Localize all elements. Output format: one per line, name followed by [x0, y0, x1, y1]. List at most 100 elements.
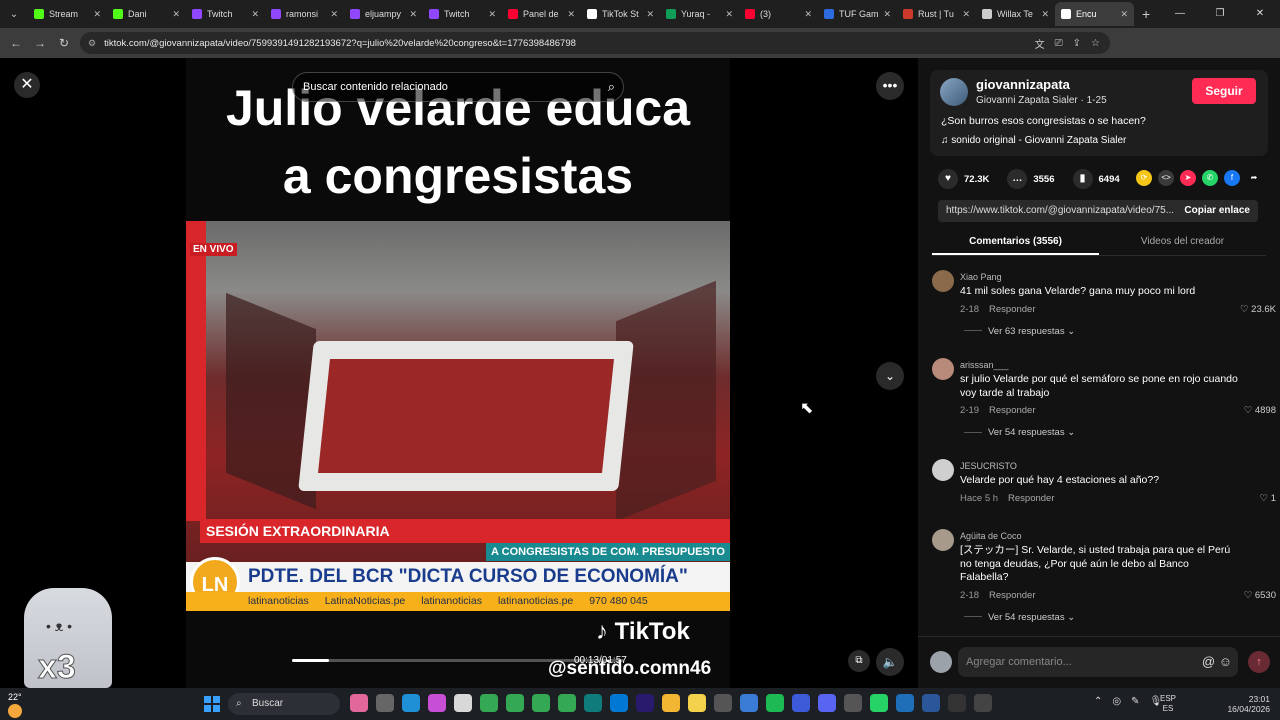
author-avatar[interactable]	[940, 78, 968, 106]
comment-input[interactable]: Agregar comentario... @ ☺	[958, 647, 1238, 677]
browser-tab[interactable]: Rust | Tu ✕	[897, 2, 976, 26]
commenter-name[interactable]: arisssan___	[960, 360, 1009, 370]
edge-icon[interactable]	[402, 694, 420, 712]
share-page-icon[interactable]: ⇪	[1073, 38, 1081, 49]
browser-tab[interactable]: ramonsi ✕	[265, 2, 344, 26]
browser-tab[interactable]: Willax Te ✕	[976, 2, 1055, 26]
chrome-icon[interactable]	[480, 694, 498, 712]
start-icon[interactable]	[204, 696, 220, 712]
browser-tab[interactable]: Stream ✕	[28, 2, 107, 26]
app-icon[interactable]	[792, 694, 810, 712]
premiere-icon[interactable]	[636, 694, 654, 712]
tab-close-icon[interactable]: ✕	[646, 9, 654, 20]
app-icon[interactable]	[714, 694, 732, 712]
comment-likes[interactable]: ♡ 4898	[1244, 405, 1276, 416]
browser-tab[interactable]: TUF Gam ✕	[818, 2, 897, 26]
share-arrow-icon[interactable]: ➦	[1246, 170, 1262, 186]
commenter-avatar[interactable]	[932, 270, 954, 292]
tab-close-icon[interactable]: ✕	[330, 9, 338, 20]
tray-chevron-icon[interactable]: ⌃	[1094, 696, 1102, 707]
tab-search-icon[interactable]: ⌄	[0, 0, 28, 28]
facebook-icon[interactable]: f	[1224, 170, 1240, 186]
follow-button[interactable]: Seguir	[1192, 78, 1256, 104]
app-icon[interactable]	[428, 694, 446, 712]
pip-icon[interactable]: ⧉	[848, 650, 870, 672]
translate-icon[interactable]: 文	[1035, 36, 1045, 51]
related-search-input[interactable]: Buscar contenido relacionado ⌕	[292, 72, 624, 102]
outlook-icon[interactable]	[610, 694, 628, 712]
author-username[interactable]: giovannizapata	[976, 77, 1070, 92]
browser-tab[interactable]: Twitch ✕	[186, 2, 265, 26]
tab-close-icon[interactable]: ✕	[93, 9, 101, 20]
browser-tab[interactable]: Panel de ✕	[502, 2, 581, 26]
heart-icon[interactable]: ♥	[938, 169, 958, 189]
app-icon[interactable]	[896, 694, 914, 712]
tab-close-icon[interactable]: ✕	[725, 9, 733, 20]
site-info-icon[interactable]: ⚙	[88, 38, 96, 49]
browser-tab[interactable]: Dani ✕	[107, 2, 186, 26]
tab-close-icon[interactable]: ✕	[488, 9, 496, 20]
browser-tab[interactable]: Encu ✕	[1055, 2, 1134, 26]
close-window-icon[interactable]: ✕	[1240, 0, 1280, 28]
whatsapp-icon[interactable]	[870, 694, 888, 712]
repost-icon[interactable]: ⟳	[1136, 170, 1152, 186]
view-replies-button[interactable]: Ver 63 respuestas ⌄	[964, 326, 1075, 337]
reply-button[interactable]: Responder	[989, 590, 1035, 601]
comment-icon[interactable]: …	[1007, 169, 1028, 189]
commenter-name[interactable]: JESUCRISTO	[960, 461, 1017, 471]
language-indicator[interactable]: ESP ES	[1160, 694, 1176, 714]
reply-button[interactable]: Responder	[1008, 493, 1054, 504]
tab-close-icon[interactable]: ✕	[1120, 9, 1128, 20]
maximize-icon[interactable]: ❐	[1200, 0, 1240, 28]
tray-app-icon[interactable]: ✎	[1131, 696, 1139, 707]
tab-close-icon[interactable]: ✕	[962, 9, 970, 20]
commenter-name[interactable]: Xiao Pang	[960, 272, 1002, 282]
taskbar-search[interactable]: ⌕ Buscar	[228, 693, 340, 715]
reload-icon[interactable]: ↻	[52, 36, 76, 50]
tray-app-icon[interactable]: ◎	[1112, 696, 1121, 707]
browser-tab[interactable]: Twitch ✕	[423, 2, 502, 26]
commenter-name[interactable]: Agüita de Coco	[960, 531, 1022, 541]
browser-tab[interactable]: Yuraq - ✕	[660, 2, 739, 26]
reply-button[interactable]: Responder	[989, 405, 1035, 416]
next-video-icon[interactable]: ⌄	[876, 362, 904, 390]
tab-close-icon[interactable]: ✕	[409, 9, 417, 20]
app-icon[interactable]	[740, 694, 758, 712]
new-tab-button[interactable]: +	[1142, 6, 1150, 22]
mention-emoji-icons[interactable]: @ ☺	[1202, 647, 1232, 677]
notes-icon[interactable]	[688, 694, 706, 712]
video-link-box[interactable]: https://www.tiktok.com/@giovannizapata/v…	[938, 200, 1258, 222]
spotify-icon[interactable]	[766, 694, 784, 712]
tab-close-icon[interactable]: ✕	[883, 9, 891, 20]
tab-close-icon[interactable]: ✕	[1041, 9, 1049, 20]
app-icon[interactable]	[948, 694, 966, 712]
video-player[interactable]: Julio velarde educa a congresistas EN VI…	[186, 58, 730, 688]
comment-likes[interactable]: ♡ 1	[1260, 493, 1276, 504]
app-icon[interactable]	[376, 694, 394, 712]
tab-comments[interactable]: Comentarios (3556)	[932, 230, 1099, 255]
app-icon[interactable]	[844, 694, 862, 712]
more-options-icon[interactable]: •••	[876, 72, 904, 100]
discord-icon[interactable]	[818, 694, 836, 712]
forward-icon[interactable]: →	[28, 36, 52, 50]
view-replies-button[interactable]: Ver 54 respuestas ⌄	[964, 612, 1075, 623]
reply-button[interactable]: Responder	[989, 304, 1035, 315]
volume-icon[interactable]: 🔈	[876, 648, 904, 676]
post-comment-icon[interactable]: ↑	[1248, 651, 1270, 673]
app-icon[interactable]	[584, 694, 602, 712]
app-icon[interactable]	[974, 694, 992, 712]
browser-tab[interactable]: TikTok St ✕	[581, 2, 660, 26]
whatsapp-icon[interactable]: ✆	[1202, 170, 1218, 186]
search-icon[interactable]: ⌕	[608, 73, 615, 101]
minimize-icon[interactable]: —	[1160, 0, 1200, 28]
commenter-avatar[interactable]	[932, 358, 954, 380]
chrome-icon[interactable]	[506, 694, 524, 712]
tab-close-icon[interactable]: ✕	[804, 9, 812, 20]
comment-likes[interactable]: ♡ 23.6K	[1240, 304, 1276, 315]
chrome-icon[interactable]	[558, 694, 576, 712]
back-icon[interactable]: ←	[4, 36, 28, 50]
commenter-avatar[interactable]	[932, 529, 954, 551]
browser-tab[interactable]: (3) ✕	[739, 2, 818, 26]
view-replies-button[interactable]: Ver 54 respuestas ⌄	[964, 427, 1075, 438]
address-bar[interactable]: ⚙ tiktok.com/@giovannizapata/video/75993…	[80, 32, 1110, 54]
